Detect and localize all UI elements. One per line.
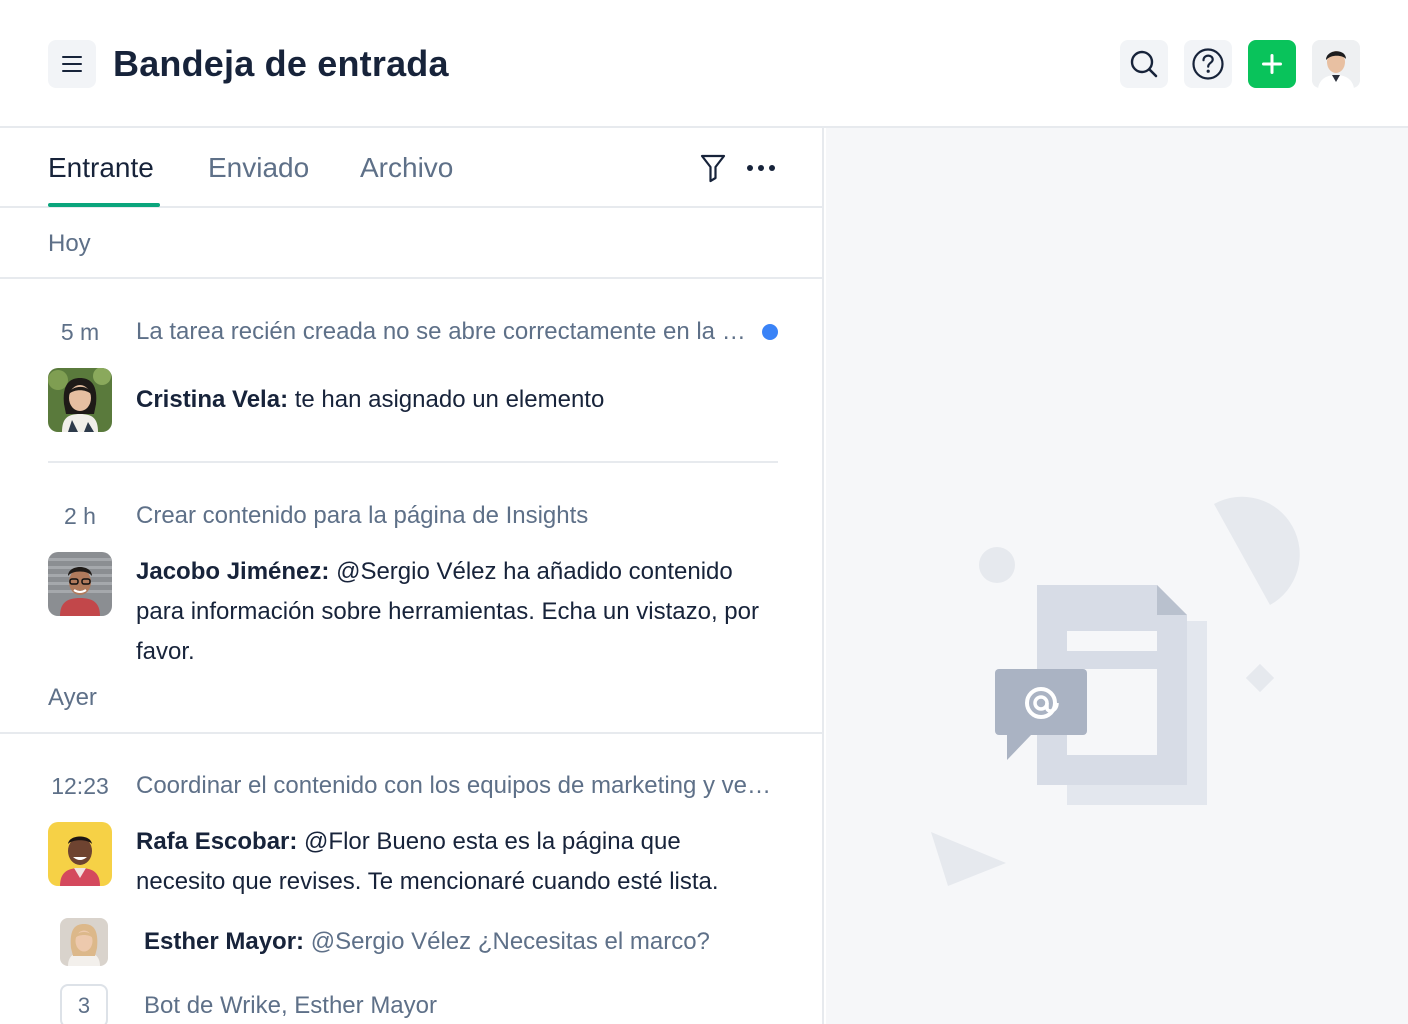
section-label-yesterday: Ayer — [48, 684, 97, 711]
inbox-list-panel: Entrante Enviado Archivo Hoy 5 m La tare… — [0, 128, 824, 1024]
item-message[interactable]: Rafa Escobar: @Flor Bueno esta es la pág… — [136, 822, 776, 902]
active-tab-indicator — [48, 203, 160, 207]
more-replies-count[interactable]: 3 — [60, 984, 108, 1024]
filter-icon — [700, 154, 726, 183]
mention-document-illustration — [931, 496, 1300, 886]
more-options-button[interactable] — [746, 152, 776, 184]
divider — [0, 732, 822, 734]
question-circle-icon — [1192, 48, 1224, 80]
avatar-jacobo-jimenez — [48, 552, 112, 616]
item-subject[interactable]: Coordinar el contenido con los equipos d… — [136, 770, 776, 802]
filter-button[interactable] — [698, 152, 728, 184]
tab-archivo[interactable]: Archivo — [360, 150, 453, 186]
item-message[interactable]: Cristina Vela: te han asignado un elemen… — [136, 380, 776, 420]
more-replies-authors[interactable]: Bot de Wrike, Esther Mayor — [144, 990, 437, 1022]
plus-icon — [1262, 54, 1282, 74]
divider — [48, 461, 778, 463]
item-author: Jacobo Jiménez: — [136, 558, 330, 585]
add-button[interactable] — [1248, 40, 1296, 88]
avatar-rafa-escobar — [48, 822, 112, 886]
item-text: te han asignado un elemento — [288, 386, 605, 413]
avatar-esther-mayor — [60, 918, 108, 966]
divider — [0, 277, 822, 279]
reply-text: @Sergio Vélez ¿Necesitas el marco? — [304, 928, 710, 955]
search-button[interactable] — [1120, 40, 1168, 88]
hamburger-icon — [62, 56, 82, 72]
user-avatar-button[interactable] — [1312, 40, 1360, 88]
item-time: 12:23 — [51, 773, 109, 799]
top-header: Bandeja de entrada — [0, 0, 1408, 128]
item-message[interactable]: Jacobo Jiménez: @Sergio Vélez ha añadido… — [136, 552, 776, 672]
avatar-cristina-vela — [48, 368, 112, 432]
item-subject[interactable]: La tarea recién creada no se abre correc… — [136, 316, 746, 348]
unread-indicator — [762, 324, 778, 340]
more-horizontal-icon — [747, 165, 775, 171]
item-subject[interactable]: Crear contenido para la página de Insigh… — [136, 500, 746, 532]
tab-enviado[interactable]: Enviado — [208, 150, 309, 186]
item-author: Rafa Escobar: — [136, 828, 298, 855]
inbox-tabs: Entrante Enviado Archivo — [0, 128, 822, 208]
reply-author: Esther Mayor: — [144, 928, 305, 955]
page-title: Bandeja de entrada — [113, 43, 449, 84]
item-author: Cristina Vela: — [136, 386, 289, 413]
menu-button[interactable] — [48, 40, 96, 88]
section-label-today: Hoy — [48, 230, 91, 257]
user-avatar — [1312, 40, 1360, 88]
reply-message[interactable]: Esther Mayor: @Sergio Vélez ¿Necesitas e… — [144, 926, 710, 958]
tab-entrante[interactable]: Entrante — [48, 150, 154, 186]
search-icon — [1130, 50, 1158, 78]
message-preview-panel — [826, 128, 1408, 1024]
help-button[interactable] — [1184, 40, 1232, 88]
item-time: 2 h — [64, 503, 96, 529]
item-time: 5 m — [60, 319, 100, 345]
